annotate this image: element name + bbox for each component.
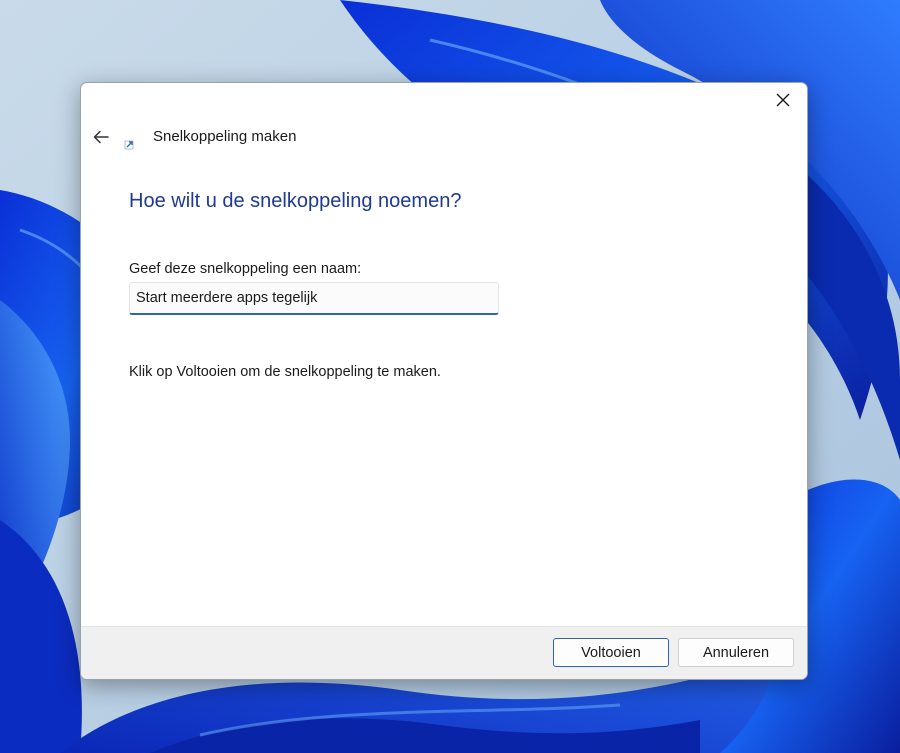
close-button[interactable]: [765, 85, 801, 115]
finish-hint: Klik op Voltooien om de snelkoppeling te…: [129, 364, 441, 380]
cancel-button[interactable]: Annuleren: [678, 638, 794, 667]
page-heading: Hoe wilt u de snelkoppeling noemen?: [129, 190, 462, 212]
arrow-left-icon: [93, 130, 109, 144]
back-button[interactable]: [89, 125, 113, 149]
wizard-title: Snelkoppeling maken: [153, 128, 297, 145]
name-field-label: Geef deze snelkoppeling een naam:: [129, 261, 362, 277]
close-icon: [776, 93, 790, 107]
desktop: Snelkoppeling maken Hoe wilt u de snelko…: [0, 0, 900, 753]
finish-button[interactable]: Voltooien: [553, 638, 669, 667]
dialog-footer: Voltooien Annuleren: [81, 626, 807, 679]
create-shortcut-dialog: Snelkoppeling maken Hoe wilt u de snelko…: [80, 82, 808, 680]
shortcut-arrow-icon: [124, 140, 134, 150]
shortcut-name-input[interactable]: [129, 282, 499, 315]
